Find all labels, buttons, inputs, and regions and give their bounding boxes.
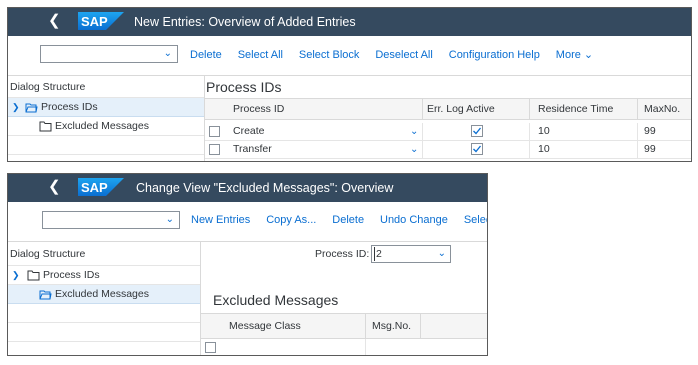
column-header[interactable]: MaxNo. (637, 99, 691, 119)
expand-icon[interactable]: ❯ (12, 98, 20, 117)
toolbar: ⌄ Delete Select All Select Block Deselec… (8, 36, 691, 76)
window-change-view: ❮ SAP Change View "Excluded Messages": O… (7, 173, 488, 356)
back-icon[interactable]: ❮ (48, 178, 61, 196)
shell-bar: ❮ SAP Change View "Excluded Messages": O… (8, 174, 487, 202)
select-all-button[interactable]: Select All (238, 49, 283, 61)
checkbox-checked-icon[interactable] (471, 125, 483, 137)
table-row: Create ⌄ 10 99 (205, 123, 691, 141)
nav-item-label: Process IDs (41, 101, 98, 113)
chevron-down-icon: ⌄ (165, 214, 174, 225)
message-class-cell[interactable] (221, 339, 365, 355)
toolbar-actions: New Entries Copy As... Delete Undo Chang… (191, 214, 487, 226)
row-selector[interactable] (209, 144, 220, 155)
checkbox-checked-icon[interactable] (471, 143, 483, 155)
chevron-down-icon: ⌄ (437, 248, 446, 259)
nav-item-label: Process IDs (43, 269, 100, 281)
chevron-down-icon: ⌄ (583, 49, 594, 61)
svg-text:SAP: SAP (81, 14, 108, 29)
msg-no-cell[interactable] (365, 339, 420, 355)
nav-empty-row (8, 323, 200, 342)
chevron-down-icon: ⌄ (163, 48, 172, 59)
process-id-value: 2 (374, 247, 382, 261)
copy-as-button[interactable]: Copy As... (266, 214, 316, 226)
more-label: More (555, 49, 581, 61)
window-title: Change View "Excluded Messages": Overvie… (136, 181, 394, 195)
variant-select[interactable]: ⌄ (42, 211, 180, 229)
process-id-select[interactable]: 2 ⌄ (371, 245, 451, 263)
table-header: Process ID Err. Log Active Residence Tim… (205, 98, 691, 120)
delete-button[interactable]: Delete (190, 49, 222, 61)
chevron-down-icon[interactable]: ⌄ (410, 141, 418, 158)
row-selector[interactable] (209, 126, 220, 137)
nav-empty-row (8, 304, 200, 323)
nav-item-process-ids[interactable]: ❯ Process IDs (8, 266, 200, 285)
nav-item-label: Excluded Messages (55, 288, 149, 300)
chevron-down-icon[interactable]: ⌄ (410, 123, 418, 140)
nav-empty-row (8, 136, 204, 155)
window-title: New Entries: Overview of Added Entries (134, 15, 356, 29)
nav-item-excluded-messages[interactable]: Excluded Messages (8, 285, 200, 304)
select-all-button[interactable]: Select All (464, 214, 487, 226)
column-header[interactable]: Residence Time (529, 99, 637, 119)
section-title: Excluded Messages (213, 292, 339, 308)
nav-item-process-ids[interactable]: ❯ Process IDs (8, 98, 204, 117)
dialog-structure-header: Dialog Structure (8, 242, 200, 266)
deselect-all-button[interactable]: Deselect All (375, 49, 432, 61)
folder-open-icon (39, 290, 52, 300)
content-area: Process ID: 2 ⌄ Excluded Messages Messag… (201, 242, 487, 355)
nav-item-label: Excluded Messages (55, 120, 149, 132)
max-no-cell[interactable]: 99 (637, 141, 691, 158)
dialog-structure: Dialog Structure ❯ Process IDs Excluded … (8, 76, 205, 161)
delete-button[interactable]: Delete (332, 214, 364, 226)
table-header: Message Class Msg.No. (201, 313, 487, 339)
err-log-active-cell (422, 123, 529, 140)
svg-text:SAP: SAP (81, 180, 108, 195)
process-id-cell[interactable]: Create ⌄ (225, 123, 422, 140)
toolbar: ⌄ New Entries Copy As... Delete Undo Cha… (8, 202, 487, 242)
residence-time-cell[interactable]: 10 (529, 141, 637, 158)
sap-logo[interactable]: SAP (78, 12, 124, 30)
residence-time-cell[interactable]: 10 (529, 123, 637, 140)
more-button[interactable]: More ⌄ (556, 48, 593, 61)
column-header-empty (420, 314, 487, 338)
section-title: Process IDs (206, 79, 282, 95)
nav-item-excluded-messages[interactable]: Excluded Messages (8, 117, 204, 136)
process-id-cell[interactable]: Transfer ⌄ (225, 141, 422, 158)
row-selector[interactable] (205, 342, 216, 353)
process-id-label: Process ID: (315, 248, 370, 260)
content-area: Process IDs Process ID Err. Log Active R… (205, 76, 691, 161)
expand-icon[interactable]: ❯ (12, 266, 20, 285)
select-block-button[interactable]: Select Block (299, 49, 360, 61)
new-entries-button[interactable]: New Entries (191, 214, 250, 226)
dialog-structure-header: Dialog Structure (8, 76, 204, 98)
process-id-value: Create (233, 125, 265, 137)
column-header[interactable]: Message Class (221, 314, 365, 338)
sap-logo[interactable]: SAP (78, 178, 124, 196)
process-id-value: Transfer (233, 143, 272, 155)
window-new-entries: ❮ SAP New Entries: Overview of Added Ent… (7, 7, 692, 162)
shell-bar: ❮ SAP New Entries: Overview of Added Ent… (8, 8, 691, 36)
back-icon[interactable]: ❮ (48, 12, 61, 30)
column-header[interactable]: Process ID (225, 99, 422, 119)
undo-change-button[interactable]: Undo Change (380, 214, 448, 226)
err-log-active-cell (422, 141, 529, 158)
column-header[interactable]: Msg.No. (365, 314, 420, 338)
toolbar-actions: Delete Select All Select Block Deselect … (190, 48, 606, 61)
folder-icon (27, 270, 40, 281)
variant-select[interactable]: ⌄ (40, 45, 178, 63)
configuration-help-button[interactable]: Configuration Help (449, 49, 540, 61)
folder-open-icon (25, 103, 38, 113)
column-header[interactable]: Err. Log Active (422, 99, 529, 119)
table-row: Transfer ⌄ 10 99 (205, 141, 691, 159)
table-row (201, 339, 487, 355)
folder-icon (39, 121, 52, 132)
max-no-cell[interactable]: 99 (637, 123, 691, 140)
dialog-structure: Dialog Structure ❯ Process IDs Excluded … (8, 242, 201, 355)
